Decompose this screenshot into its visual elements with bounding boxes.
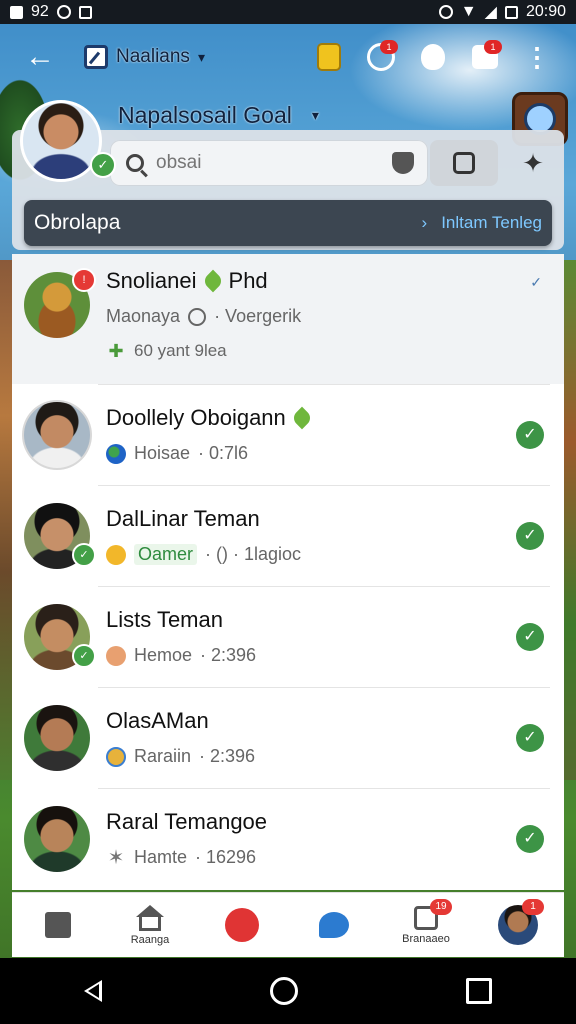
section-title: Obrolapa [34,211,121,234]
avatar [24,401,90,468]
sim-icon [10,5,23,19]
nav-home[interactable]: Raanga [110,895,190,955]
check-icon: ✓ [516,824,544,853]
nav-messages[interactable]: Branaaeo 19 [386,895,466,955]
nav-messages-label: Branaaeo [402,932,450,945]
check-icon: ✓ [516,622,544,651]
list-item[interactable]: Raral Temangoe ✶ Hamte · 16296 ✓ [12,788,564,889]
contact-name: Lists Teman [106,607,223,632]
list-item[interactable]: ✓ Lists Teman Hemoe · 2:396 ✓ [12,586,564,687]
recent-apps-icon[interactable] [466,978,492,1004]
check-icon: ✓ [516,420,544,449]
contact-status: Maonaya · Voergerik [106,306,302,326]
page-icon [45,912,71,938]
chevron-down-icon: ▾ [311,107,319,123]
robot-icon[interactable] [312,40,346,74]
section-header: Obrolapa › Inltam Tenleg [24,200,552,246]
filter-button[interactable] [430,140,498,186]
contact-extra: ✚ 60 yant 9lea [106,341,301,361]
nav-home-label: Raanga [130,933,170,946]
contact-name: DalLinar Teman [106,506,260,531]
list-item[interactable]: ✓ DalLinar Teman Oamer · () · 1lagioc ✓ [12,485,564,586]
check-icon: ✓ [516,723,544,752]
section-link-label: Inltam Tenleg [441,213,542,232]
home-circle-icon[interactable] [270,977,298,1005]
wifi-icon: ▼ [460,3,477,20]
online-badge: ✓ [72,543,96,567]
avatar [24,805,90,872]
contact-name: Raral Temangoe [106,809,268,834]
notification-badge: 1 [380,40,398,54]
more-options-icon[interactable]: ⋮ [520,40,554,74]
check-icon: ✓ [516,521,544,550]
app-title: Naalians [116,46,190,67]
contact-status: Raraiin · 2:396 [106,746,255,767]
list-item[interactable]: OlasAMan Raraiin · 2:396 ✓ [12,687,564,788]
star-icon: ✶ [107,846,125,869]
clock-icon [188,307,207,326]
app-title-selector[interactable]: Naalians ▾ [84,45,205,69]
contact-status: Hemoe · 2:396 [106,645,256,666]
ring-icon[interactable]: 1 [364,40,398,74]
list-item[interactable]: ! Snolianei Phd Maonaya · Voergerik ✚ 60… [12,254,564,384]
shield-status-icon [438,5,453,19]
back-arrow-icon[interactable]: ← [18,35,62,79]
conversation-list: ! Snolianei Phd Maonaya · Voergerik ✚ 60… [12,254,564,890]
list-item[interactable]: Doollely Oboigann Hoisae · 0:7l6 ✓ [12,384,564,485]
contact-name: Doollely Oboigann [106,405,314,431]
chevron-right-icon: › [421,213,428,232]
inbox-icon[interactable]: 1 [468,40,502,74]
section-link[interactable]: › Inltam Tenleg [422,213,542,233]
emoji-icon [106,544,126,565]
profile-name: Napalsosail Goal [118,102,292,128]
online-badge: ✓ [72,644,96,668]
profile-header: ✓ Napalsosail Goal ▾ [20,100,319,182]
back-icon[interactable] [84,980,102,1002]
flame-icon[interactable] [416,40,450,74]
leaf-icon [201,269,224,293]
avatar [24,704,90,771]
plant-icon: ✚ [108,341,124,361]
bug-icon [106,746,126,767]
contact-status: Oamer · () · 1lagioc [106,544,301,565]
contact-name: Snolianei Phd [106,268,268,293]
battery-icon [504,5,518,19]
globe-icon [106,443,126,464]
shield-icon[interactable] [392,152,414,174]
clock: 20:90 [525,3,566,20]
notification-badge: 1 [522,899,544,915]
square-icon [453,152,475,174]
compose-icon [84,45,108,69]
contact-name: OlasAMan [106,708,209,733]
system-navigation [0,958,576,1024]
signal-icon: ◢ [484,4,497,21]
profile-name-selector[interactable]: Napalsosail Goal ▾ [118,102,319,129]
home-icon [136,904,164,917]
star-icon[interactable]: ✦ [512,142,554,184]
nav-pages[interactable] [18,895,98,955]
chevron-down-icon: ▾ [197,48,205,65]
chevron-down-icon[interactable]: ✓ [530,274,542,291]
status-left-text: 92 [31,3,49,20]
contact-status: ✶ Hamte · 16296 [107,846,257,869]
contact-status: Hoisae · 0:7l6 [106,443,310,464]
notification-badge: 1 [484,40,502,54]
notification-badge: 19 [430,899,452,915]
nav-chat[interactable] [294,895,374,955]
alert-badge: ! [72,268,96,292]
avatar[interactable] [20,100,102,182]
hamster-icon [106,645,126,666]
notification-icon [78,5,92,19]
sync-icon [56,5,71,19]
bottom-navigation: Raanga Branaaeo 19 1 [12,892,564,957]
leaf-icon [290,406,314,430]
nav-favorites[interactable] [202,895,282,955]
status-bar: 92 ▼ ◢ 20:90 [0,0,576,24]
chat-bubble-icon [319,912,349,938]
verified-check-icon: ✓ [90,152,116,178]
app-bar: ← Naalians ▾ 1 1 ⋮ [0,30,576,84]
nav-profile[interactable]: 1 [478,895,558,955]
heart-icon [225,908,259,942]
